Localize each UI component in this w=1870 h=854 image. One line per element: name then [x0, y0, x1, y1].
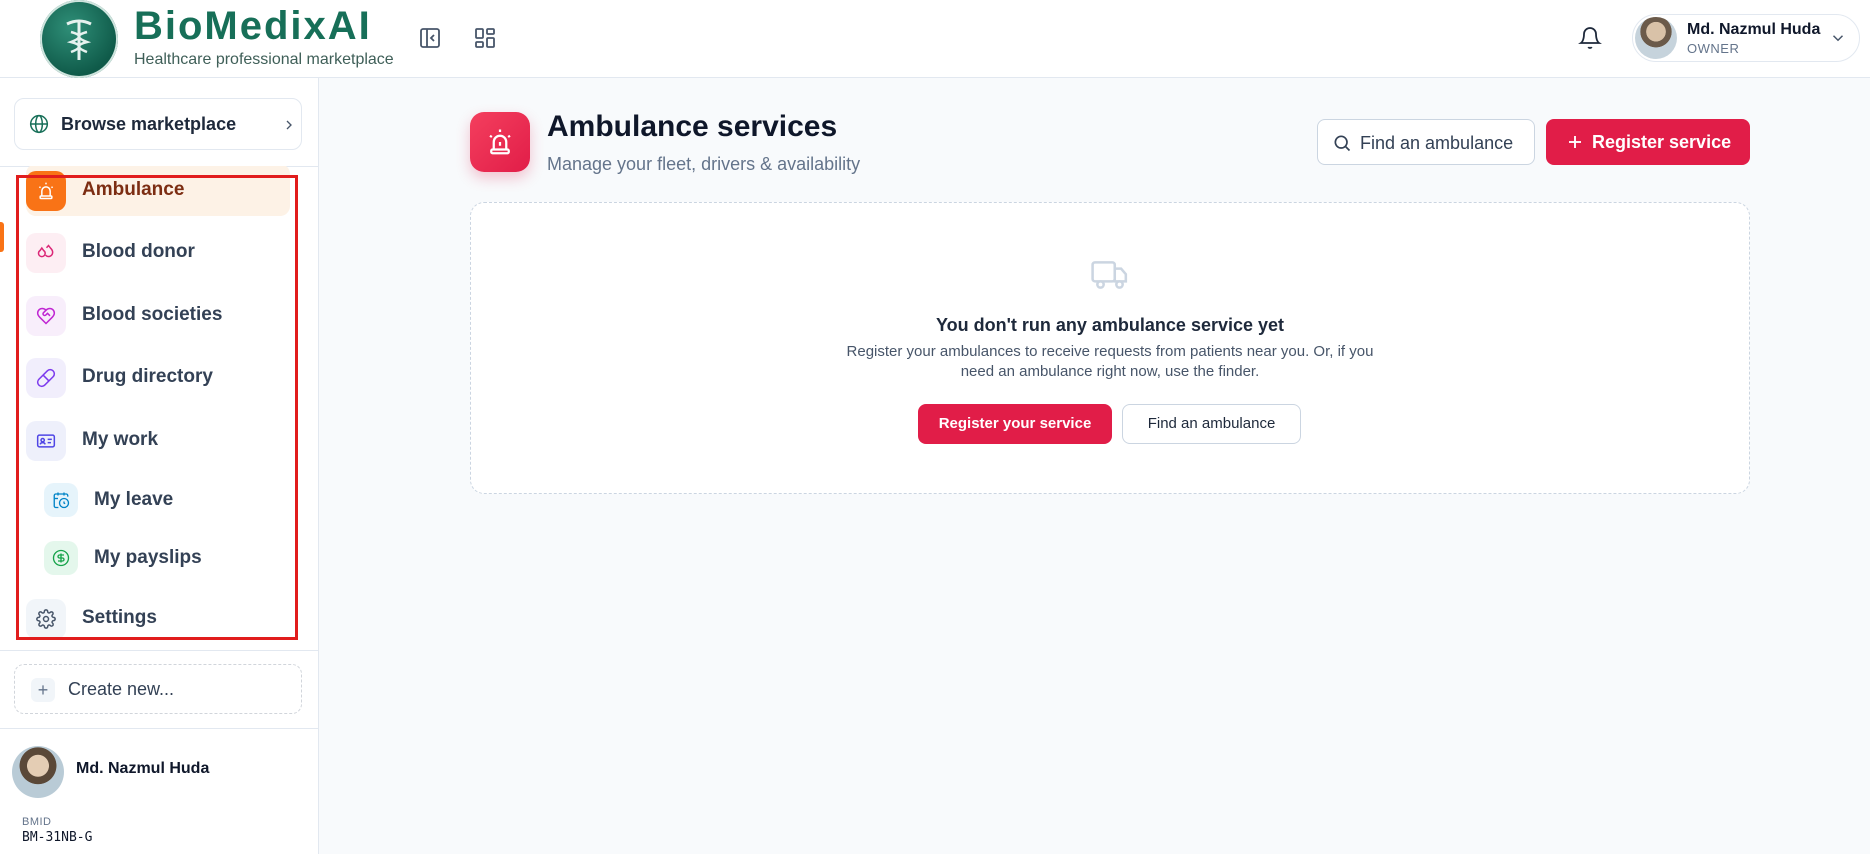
top-header: BioMedixAI Healthcare professional marke… — [0, 0, 1870, 78]
user-role: OWNER — [1687, 41, 1740, 56]
avatar[interactable] — [12, 746, 64, 798]
divider — [0, 728, 318, 729]
create-new-button[interactable]: + Create new... — [14, 664, 302, 714]
active-indicator — [0, 222, 4, 252]
caduceus-icon — [66, 19, 92, 60]
register-service-button[interactable]: Register service — [1546, 119, 1750, 165]
brand-title: BioMedixAI — [134, 4, 372, 48]
divider — [0, 650, 318, 651]
empty-state-description: Register your ambulances to receive requ… — [846, 343, 1374, 380]
collapse-sidebar-button[interactable] — [414, 22, 446, 54]
bmid-label: BMID — [22, 816, 52, 828]
bell-icon — [1578, 27, 1602, 49]
notifications-button[interactable] — [1574, 22, 1606, 54]
highlight-box — [16, 175, 298, 640]
create-new-label: Create new... — [68, 679, 175, 699]
find-ambulance-secondary-button[interactable]: Find an ambulance — [1122, 404, 1301, 444]
panel-left-icon — [420, 28, 440, 48]
user-menu[interactable]: Md. Nazmul Huda OWNER — [1632, 14, 1860, 62]
apps-grid-button[interactable] — [469, 22, 501, 54]
plus-icon — [1569, 136, 1581, 148]
chevron-right-icon — [286, 120, 292, 130]
truck-icon — [1091, 261, 1128, 289]
grid-icon — [475, 28, 495, 48]
browse-marketplace-label: Browse marketplace — [61, 114, 237, 134]
register-service-label: Register service — [1592, 132, 1732, 152]
page-title: Ambulance services — [547, 110, 838, 143]
page-subtitle: Manage your fleet, drivers & availabilit… — [547, 154, 861, 174]
brand-logo[interactable] — [40, 0, 118, 78]
empty-state-title: You don't run any ambulance service yet — [935, 315, 1285, 335]
register-your-service-button[interactable]: Register your service — [918, 404, 1112, 444]
plus-icon: + — [31, 678, 55, 702]
find-ambulance-label: Find an ambulance — [1360, 133, 1514, 153]
siren-icon — [470, 112, 530, 172]
bmid-value: BM-31NB-G — [22, 830, 93, 845]
globe-icon — [29, 114, 49, 134]
avatar — [1635, 17, 1677, 59]
user-name: Md. Nazmul Huda — [1687, 21, 1821, 38]
footer-user-name: Md. Nazmul Huda — [76, 760, 210, 777]
find-ambulance-button[interactable]: Find an ambulance — [1317, 119, 1535, 165]
search-icon — [1334, 135, 1351, 152]
browse-marketplace-button[interactable]: Browse marketplace — [14, 98, 302, 150]
chevron-down-icon — [1832, 35, 1844, 42]
brand-subtitle: Healthcare professional marketplace — [134, 51, 394, 68]
